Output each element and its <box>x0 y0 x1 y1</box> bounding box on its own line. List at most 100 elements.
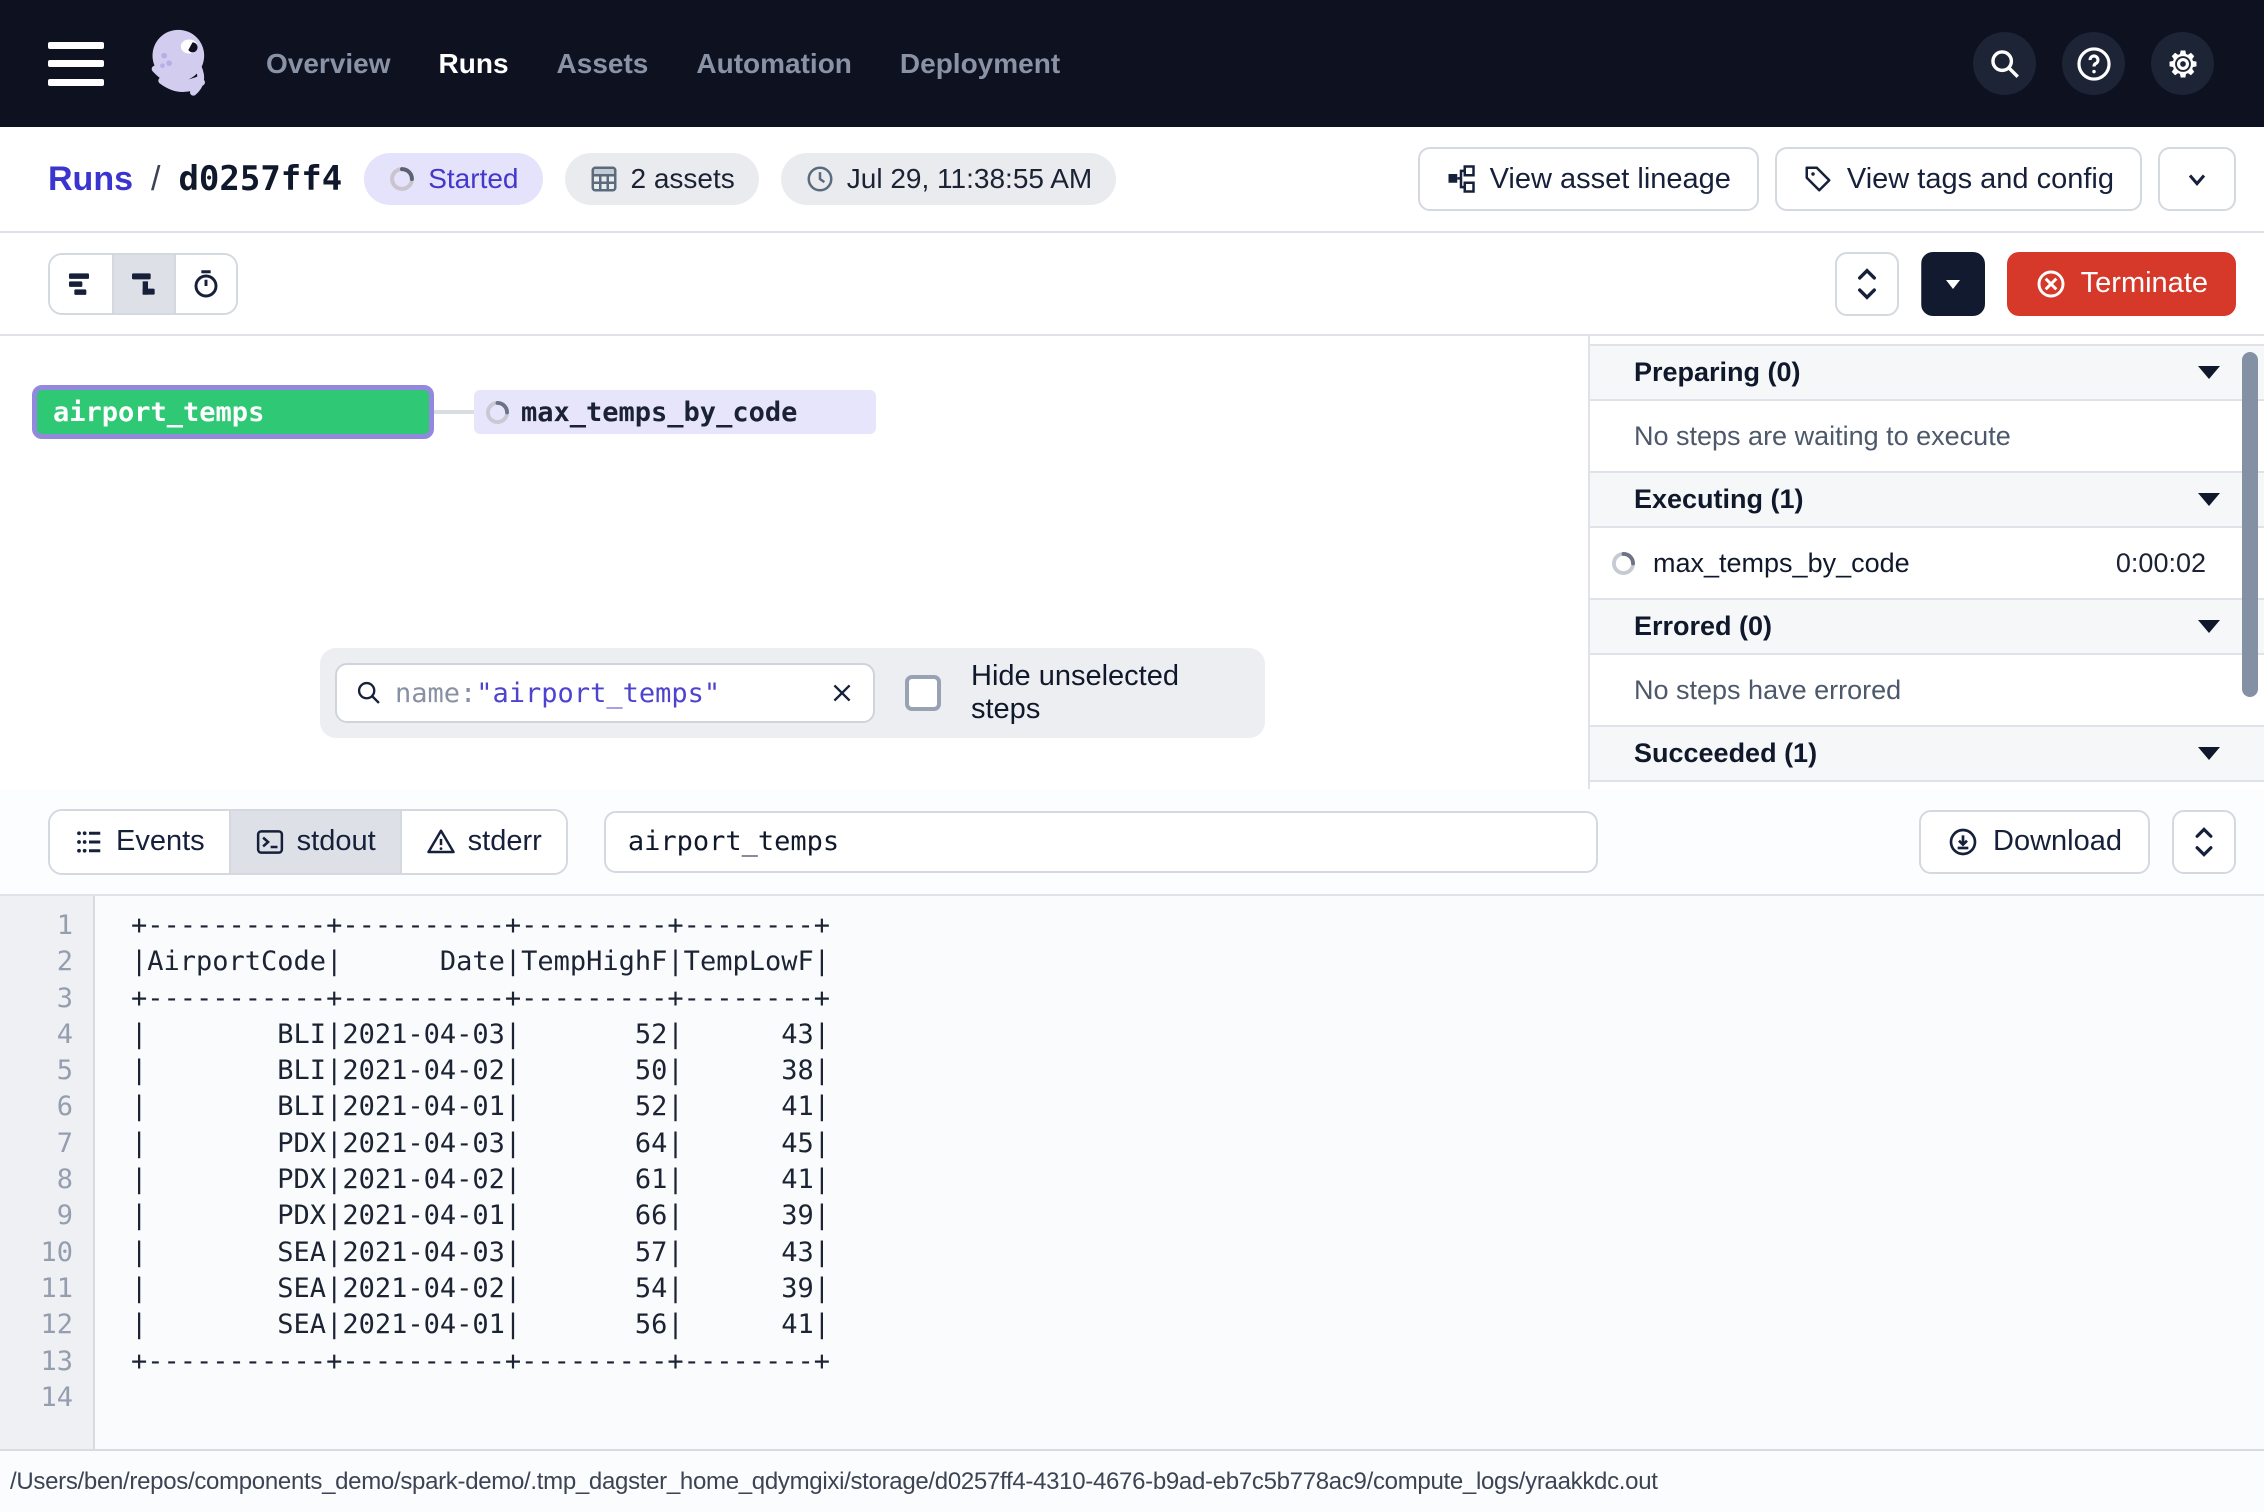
log-line: | PDX|2021-04-01| 66| 39| <box>131 1198 830 1234</box>
run-gantt-region: airport_temps max_temps_by_code name:"ai… <box>0 336 2264 789</box>
section-errored[interactable]: Errored (0) <box>1590 598 2264 655</box>
panel-scrollbar[interactable] <box>2242 352 2258 697</box>
log-line-number: 14 <box>0 1380 73 1416</box>
step-status-panel: Preparing (0) No steps are waiting to ex… <box>1588 336 2264 789</box>
graph-edge <box>434 410 474 414</box>
view-asset-lineage-button[interactable]: View asset lineage <box>1418 147 1759 211</box>
terminate-button[interactable]: Terminate <box>2007 252 2236 316</box>
tag-icon <box>1803 164 1833 194</box>
step-filter-input[interactable]: name:"airport_temps" <box>335 663 875 723</box>
settings-gear-icon[interactable] <box>2151 32 2214 95</box>
log-line: +-----------+----------+---------+------… <box>131 908 830 944</box>
tab-stderr[interactable]: stderr <box>400 811 566 873</box>
log-line-number: 10 <box>0 1235 73 1271</box>
stdout-log-viewer[interactable]: 1234567891011121314 +-----------+-------… <box>0 896 2264 1449</box>
terminal-icon <box>255 827 285 857</box>
log-content: +-----------+----------+---------+------… <box>95 896 830 1449</box>
caret-down-icon <box>2198 366 2220 379</box>
help-icon[interactable] <box>2062 32 2125 95</box>
clear-filter-icon[interactable] <box>829 680 855 706</box>
log-line <box>131 1380 830 1416</box>
download-button[interactable]: Download <box>1919 810 2150 874</box>
log-line-number: 5 <box>0 1053 73 1089</box>
warning-triangle-icon <box>426 827 456 857</box>
log-line-number: 13 <box>0 1344 73 1380</box>
log-line: +-----------+----------+---------+------… <box>131 1344 830 1380</box>
hide-unselected-label[interactable]: Hide unselected steps <box>971 660 1239 726</box>
log-path-bar: /Users/ben/repos/components_demo/spark-d… <box>0 1449 2264 1512</box>
view-timer-icon[interactable] <box>174 255 236 313</box>
caret-down-icon <box>2198 620 2220 633</box>
clock-icon <box>805 164 835 194</box>
log-line-number: 1 <box>0 908 73 944</box>
executing-step-row[interactable]: max_temps_by_code 0:00:02 <box>1590 528 2264 598</box>
tab-events[interactable]: Events <box>50 811 229 873</box>
nav-assets[interactable]: Assets <box>557 48 649 80</box>
step-graph: airport_temps max_temps_by_code name:"ai… <box>0 336 1588 789</box>
spinner-icon <box>484 399 511 426</box>
log-tabs: Events stdout stderr <box>48 809 568 875</box>
log-line: | BLI|2021-04-01| 52| 41| <box>131 1089 830 1125</box>
header-more-chevron-button[interactable] <box>2158 147 2236 211</box>
assets-count-badge[interactable]: 2 assets <box>565 153 759 205</box>
view-gantt-flat-icon[interactable] <box>50 255 112 313</box>
log-line: | PDX|2021-04-02| 61| 41| <box>131 1162 830 1198</box>
log-line: | BLI|2021-04-03| 52| 43| <box>131 1017 830 1053</box>
section-executing[interactable]: Executing (1) <box>1590 471 2264 528</box>
view-tags-config-button[interactable]: View tags and config <box>1775 147 2142 211</box>
run-toolbar: Re-execute (name:"airport_temps") Termin… <box>0 233 2264 336</box>
search-icon[interactable] <box>1973 32 2036 95</box>
timestamp-badge: Jul 29, 11:38:55 AM <box>781 153 1116 205</box>
status-badge: Started <box>364 153 542 205</box>
section-preparing[interactable]: Preparing (0) <box>1590 344 2264 401</box>
log-line: | SEA|2021-04-02| 54| 39| <box>131 1271 830 1307</box>
view-gantt-waterfall-icon[interactable] <box>112 255 174 313</box>
log-line: | PDX|2021-04-03| 64| 45| <box>131 1126 830 1162</box>
log-line: | SEA|2021-04-01| 56| 41| <box>131 1307 830 1343</box>
run-id: d0257ff4 <box>178 159 342 199</box>
reexecute-dropdown-caret[interactable] <box>1921 252 1985 316</box>
spinner-icon <box>388 165 416 193</box>
log-line-number: 3 <box>0 981 73 1017</box>
expand-logs-button[interactable] <box>2172 810 2236 874</box>
log-line: | BLI|2021-04-02| 50| 38| <box>131 1053 830 1089</box>
nav-deployment[interactable]: Deployment <box>900 48 1060 80</box>
tab-stdout[interactable]: stdout <box>229 811 400 873</box>
breadcrumb-separator: / <box>151 160 160 199</box>
search-icon <box>355 679 383 707</box>
breadcrumb-runs-link[interactable]: Runs <box>48 160 133 199</box>
log-line-number: 7 <box>0 1126 73 1162</box>
caret-down-icon <box>2198 493 2220 506</box>
nav-overview[interactable]: Overview <box>266 48 391 80</box>
log-line: +-----------+----------+---------+------… <box>131 981 830 1017</box>
reexecute-split-button: Re-execute (name:"airport_temps") <box>1921 252 1985 316</box>
events-list-icon <box>74 827 104 857</box>
log-line: |AirportCode| Date|TempHighF|TempLowF| <box>131 944 830 980</box>
lineage-icon <box>1446 164 1476 194</box>
top-nav: Overview Runs Assets Automation Deployme… <box>0 0 2264 127</box>
dagster-logo-icon[interactable] <box>138 22 222 106</box>
nav-runs[interactable]: Runs <box>439 48 509 80</box>
log-line: | SEA|2021-04-03| 57| 43| <box>131 1235 830 1271</box>
errored-empty-row: No steps have errored <box>1590 655 2264 725</box>
zoom-controls-button[interactable] <box>1835 252 1899 316</box>
primary-nav: Overview Runs Assets Automation Deployme… <box>266 48 1060 80</box>
logs-toolbar: Events stdout stderr Download <box>0 789 2264 896</box>
log-step-filter-input[interactable] <box>604 811 1598 873</box>
chevron-down-icon <box>2183 165 2211 193</box>
view-mode-toggle <box>48 253 238 315</box>
nav-automation[interactable]: Automation <box>696 48 852 80</box>
spinner-icon <box>1610 550 1637 577</box>
section-succeeded[interactable]: Succeeded (1) <box>1590 725 2264 782</box>
log-gutter: 1234567891011121314 <box>0 896 95 1449</box>
hide-unselected-checkbox[interactable] <box>905 675 941 711</box>
expand-chevrons-icon <box>2192 826 2216 858</box>
assets-grid-icon <box>589 164 619 194</box>
menu-icon[interactable] <box>48 42 104 86</box>
download-icon <box>1947 826 1979 858</box>
step-node-max-temps-by-code[interactable]: max_temps_by_code <box>474 390 876 434</box>
step-node-airport-temps[interactable]: airport_temps <box>32 385 434 439</box>
caret-down-icon <box>2198 747 2220 760</box>
log-line-number: 9 <box>0 1198 73 1234</box>
log-line-number: 8 <box>0 1162 73 1198</box>
